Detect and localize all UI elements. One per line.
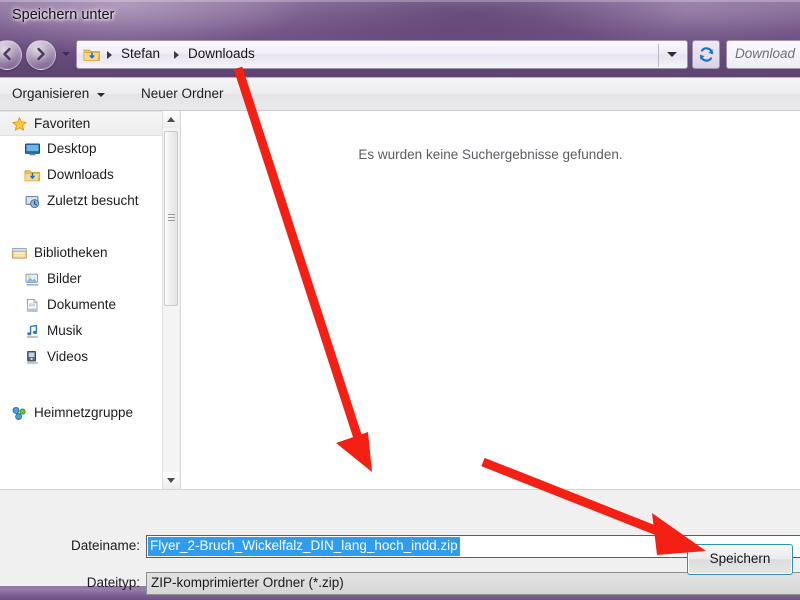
navigation-pane-scrollbar[interactable] bbox=[162, 111, 179, 489]
sidebar-item-downloads[interactable]: Downloads bbox=[0, 163, 162, 188]
sidebar-item-bilder[interactable]: Bilder bbox=[0, 267, 162, 292]
filetype-combobox[interactable]: ZIP-komprimierter Ordner (*.zip) bbox=[146, 572, 800, 595]
sidebar-item-label: Downloads bbox=[47, 167, 114, 182]
search-input[interactable]: Download bbox=[726, 40, 800, 69]
refresh-icon bbox=[697, 45, 716, 69]
music-library-icon bbox=[24, 323, 41, 340]
back-button[interactable] bbox=[0, 40, 22, 70]
sidebar-item-label: Zuletzt besucht bbox=[47, 193, 139, 208]
chevron-down-icon[interactable] bbox=[667, 52, 677, 57]
chevron-up-icon bbox=[167, 117, 175, 122]
sidebar-item-desktop[interactable]: Desktop bbox=[0, 137, 162, 162]
filetype-label: Dateityp: bbox=[86, 575, 140, 590]
sidebar-item-label: Musik bbox=[47, 323, 83, 338]
filename-value: Flyer_2-Bruch_Wickelfalz_DIN_lang_hoch_i… bbox=[148, 537, 460, 556]
search-placeholder: Download bbox=[735, 46, 796, 61]
filename-label: Dateiname: bbox=[70, 538, 140, 553]
file-list[interactable]: Es wurden keine Suchergebnisse gefunden. bbox=[180, 111, 800, 489]
downloads-folder-icon bbox=[83, 46, 101, 64]
command-bar: Organisieren Neuer Ordner bbox=[0, 78, 800, 111]
refresh-button[interactable] bbox=[692, 40, 720, 69]
navigation-bar: Stefan Downloads Download bbox=[0, 34, 800, 76]
sidebar-item-label: Bibliotheken bbox=[34, 245, 108, 260]
sidebar-item-label: Heimnetzgruppe bbox=[34, 405, 134, 420]
breadcrumb-downloads[interactable]: Downloads bbox=[188, 46, 255, 61]
sidebar-item-label: Dokumente bbox=[47, 297, 117, 312]
forward-arrow-icon bbox=[27, 41, 55, 69]
sidebar-item-bibliotheken[interactable]: Bibliotheken bbox=[0, 241, 162, 266]
documents-library-icon bbox=[24, 297, 41, 314]
save-form-area: Dateiname: Flyer_2-Bruch_Wickelfalz_DIN_… bbox=[0, 489, 800, 595]
save-button[interactable]: Speichern bbox=[687, 544, 793, 575]
sidebar-item-label: Bilder bbox=[47, 271, 82, 286]
save-button-label: Speichern bbox=[709, 551, 771, 566]
title-bar[interactable]: Speichern unter bbox=[0, 0, 800, 32]
save-as-dialog: Speichern unter Stefan Downloads Downloa… bbox=[0, 0, 800, 600]
filetype-value: ZIP-komprimierter Ordner (*.zip) bbox=[151, 575, 344, 590]
recent-places-icon bbox=[24, 193, 41, 210]
sidebar-item-heimnetzgruppe[interactable]: Heimnetzgruppe bbox=[0, 401, 162, 426]
new-folder-button[interactable]: Neuer Ordner bbox=[141, 86, 224, 101]
back-arrow-icon bbox=[0, 41, 21, 69]
address-bar-divider bbox=[658, 44, 659, 67]
desktop-icon bbox=[24, 141, 41, 158]
homegroup-icon bbox=[11, 405, 28, 422]
scrollbar-grip-icon bbox=[168, 214, 175, 221]
scrollbar-thumb[interactable] bbox=[164, 131, 178, 306]
sidebar-item-favoriten[interactable]: Favoriten bbox=[0, 111, 162, 136]
sidebar-item-label: Desktop bbox=[47, 141, 97, 156]
forward-button[interactable] bbox=[26, 40, 56, 70]
empty-results-message: Es wurden keine Suchergebnisse gefunden. bbox=[358, 147, 623, 162]
sidebar-item-videos[interactable]: Videos bbox=[0, 345, 162, 370]
address-bar[interactable]: Stefan Downloads bbox=[76, 40, 688, 69]
breadcrumb-stefan[interactable]: Stefan bbox=[121, 46, 160, 61]
breadcrumb-separator-2[interactable] bbox=[174, 51, 179, 59]
scroll-up-button[interactable] bbox=[163, 111, 179, 128]
breadcrumb-separator-1[interactable] bbox=[107, 51, 112, 59]
chevron-down-icon[interactable] bbox=[97, 93, 105, 97]
libraries-icon bbox=[11, 245, 28, 262]
window-title: Speichern unter bbox=[12, 7, 115, 23]
sidebar-item-zuletzt-besucht[interactable]: Zuletzt besucht bbox=[0, 189, 162, 214]
sidebar-item-musik[interactable]: Musik bbox=[0, 319, 162, 344]
pictures-library-icon bbox=[24, 271, 41, 288]
star-icon bbox=[11, 116, 28, 133]
sidebar-item-dokumente[interactable]: Dokumente bbox=[0, 293, 162, 318]
organize-button[interactable]: Organisieren bbox=[12, 86, 89, 101]
dialog-client-area: Organisieren Neuer Ordner Favoriten Desk… bbox=[0, 77, 800, 595]
history-dropdown-button[interactable] bbox=[62, 52, 70, 56]
sidebar-item-label: Favoriten bbox=[34, 116, 91, 131]
scroll-down-button[interactable] bbox=[163, 472, 179, 489]
chevron-down-icon bbox=[167, 478, 175, 483]
navigation-pane: Favoriten Desktop Downloads Zuletzt besu… bbox=[0, 111, 162, 489]
videos-library-icon bbox=[24, 349, 41, 366]
sidebar-item-label: Videos bbox=[47, 349, 89, 364]
downloads-folder-icon bbox=[24, 167, 41, 184]
